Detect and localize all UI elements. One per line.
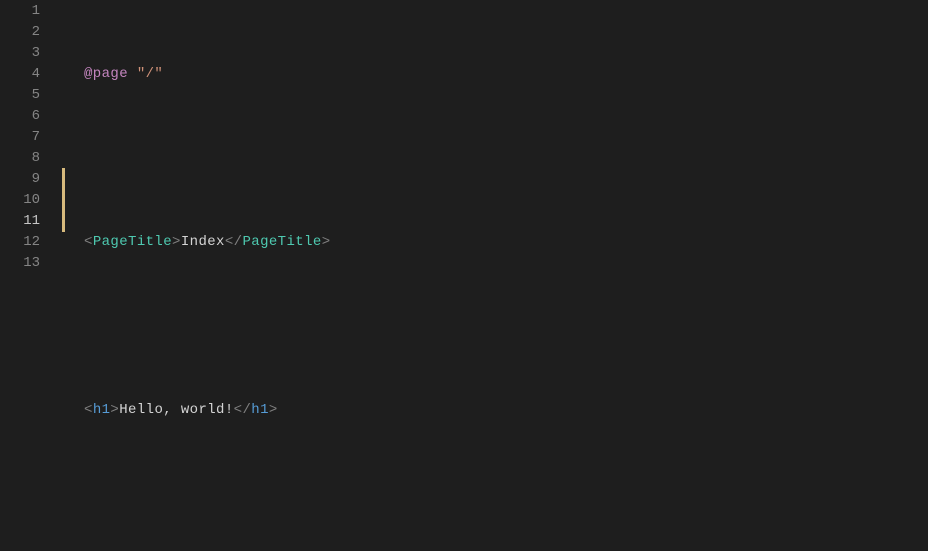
code-area[interactable]: @page "/" <PageTitle>Index</PageTitle> <…	[84, 0, 928, 551]
line-number: 2	[0, 22, 40, 43]
line-number: 12	[0, 232, 40, 253]
line-number: 5	[0, 85, 40, 106]
razor-directive: @page	[84, 66, 128, 82]
code-line[interactable]	[84, 148, 928, 169]
line-number: 3	[0, 43, 40, 64]
string-literal: "/"	[137, 66, 163, 82]
line-number: 4	[0, 64, 40, 85]
component-tag: PageTitle	[93, 234, 172, 250]
code-line[interactable]: <h1>Hello, world!</h1>	[84, 400, 928, 421]
line-number: 13	[0, 253, 40, 274]
line-number: 10	[0, 190, 40, 211]
line-number: 6	[0, 106, 40, 127]
line-number: 7	[0, 127, 40, 148]
code-editor[interactable]: 1 2 3 4 5 6 7 8 9 10 11 12 13 @page "/" …	[0, 0, 928, 551]
line-number-current: 11	[0, 211, 40, 232]
decoration-column	[62, 0, 84, 551]
code-line[interactable]: @page "/"	[84, 64, 928, 85]
line-number: 9	[0, 169, 40, 190]
line-number: 8	[0, 148, 40, 169]
line-number: 1	[0, 1, 40, 22]
modified-indicator	[62, 168, 65, 232]
html-tag: h1	[93, 402, 111, 418]
code-line[interactable]	[84, 484, 928, 505]
code-line[interactable]	[84, 316, 928, 337]
code-line[interactable]: <PageTitle>Index</PageTitle>	[84, 232, 928, 253]
line-number-gutter: 1 2 3 4 5 6 7 8 9 10 11 12 13	[0, 0, 62, 551]
